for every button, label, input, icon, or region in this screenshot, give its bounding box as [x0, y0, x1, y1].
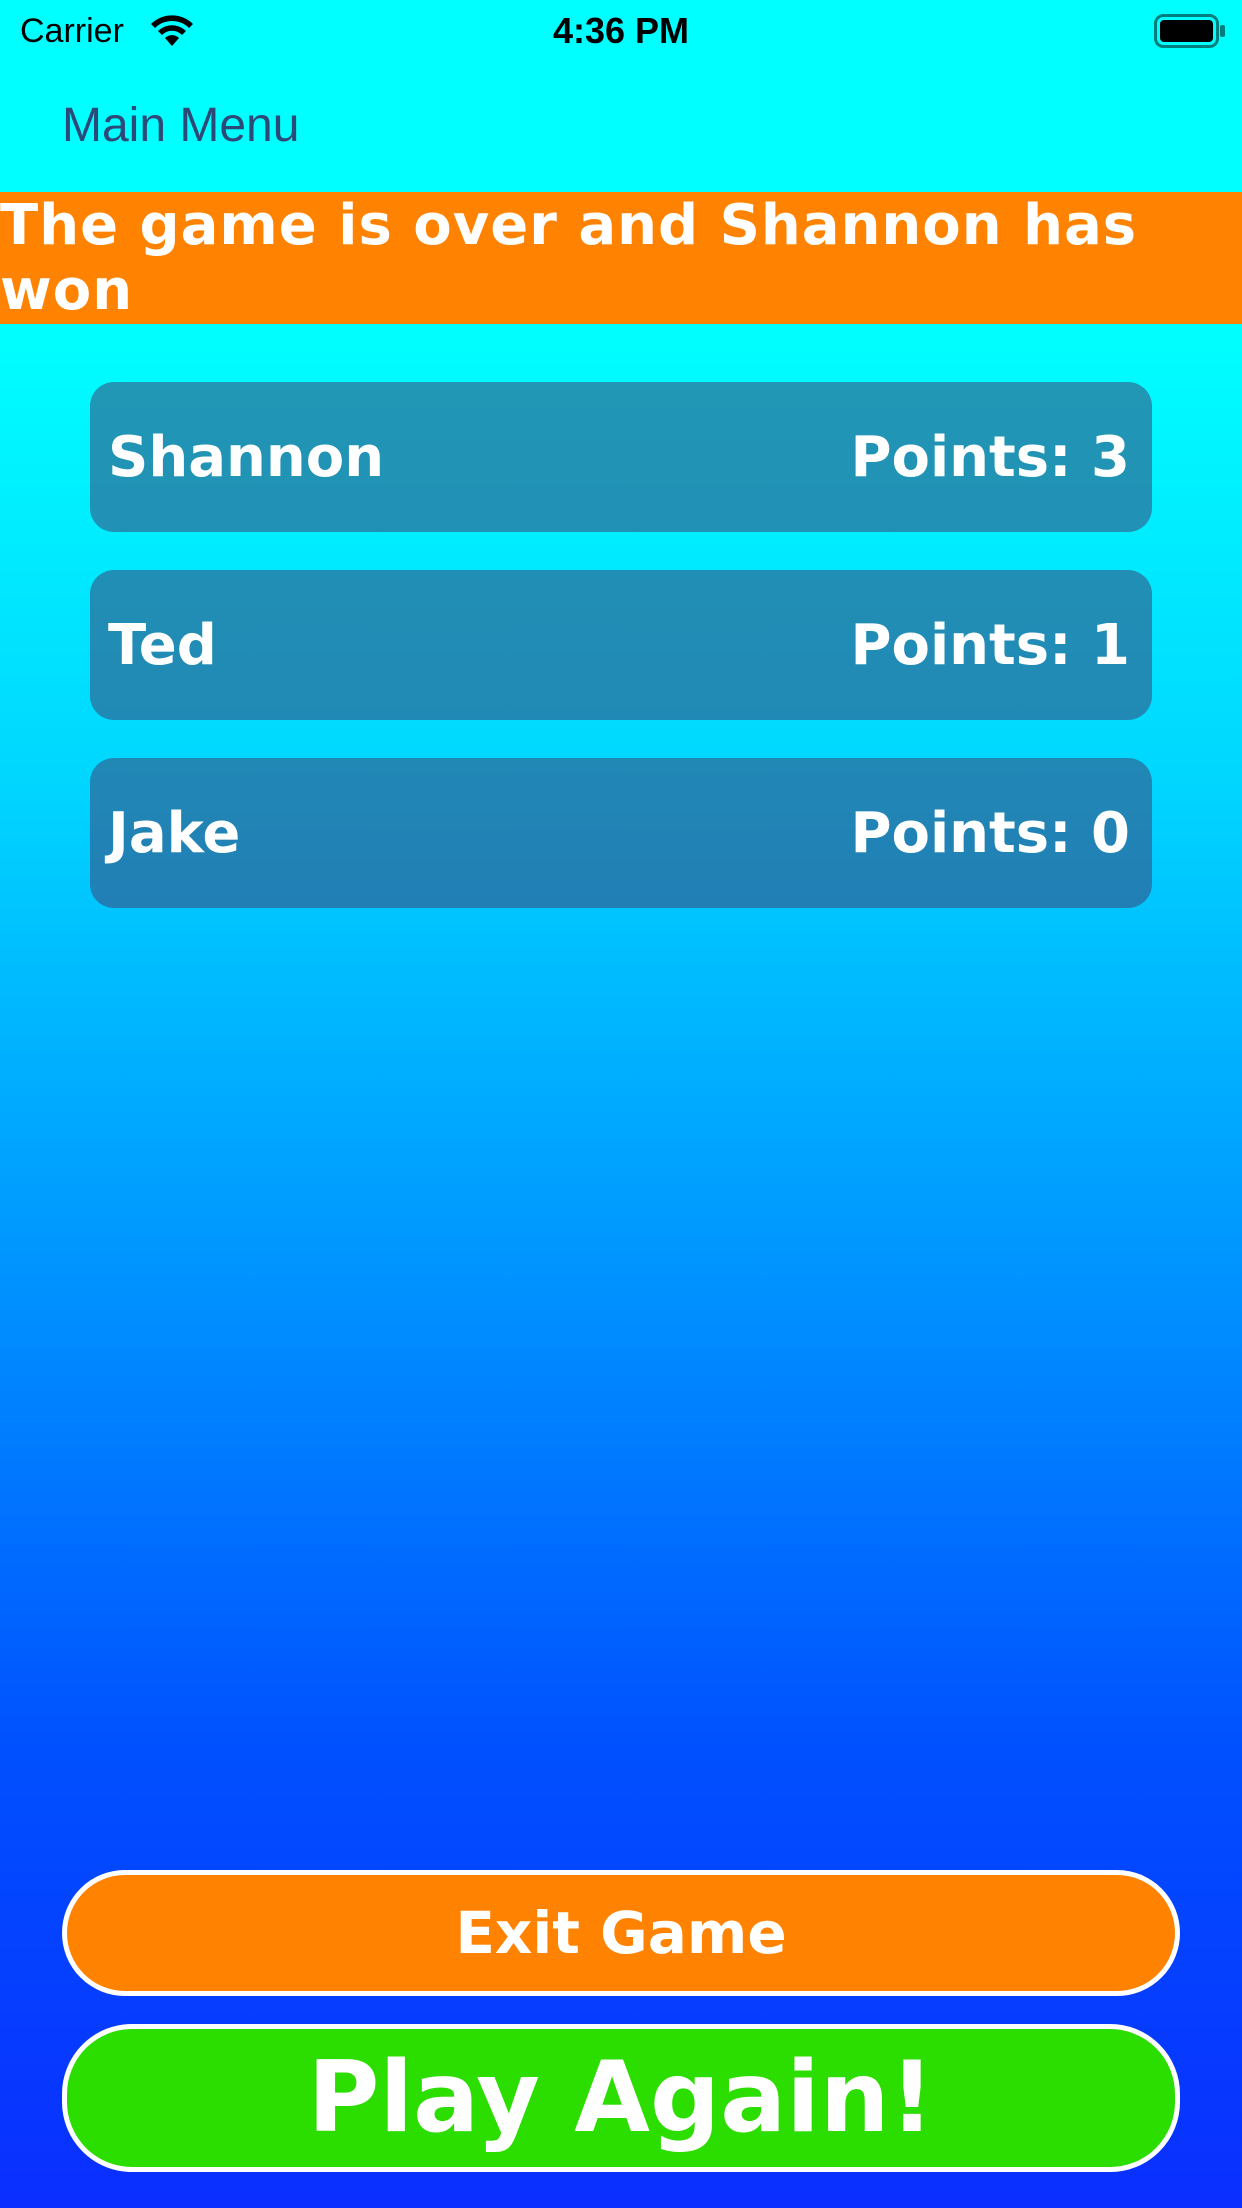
play-again-label: Play Again!	[307, 2041, 935, 2155]
player-name: Shannon	[108, 424, 385, 490]
player-points: Points: 3	[850, 424, 1130, 490]
winner-banner: The game is over and Shannon has won	[0, 192, 1242, 324]
play-again-button[interactable]: Play Again!	[62, 2024, 1180, 2172]
battery-icon	[1154, 14, 1225, 48]
player-row: Jake Points: 0	[90, 758, 1152, 908]
exit-game-button[interactable]: Exit Game	[62, 1870, 1180, 1996]
player-points: Points: 0	[850, 800, 1130, 866]
winner-banner-text: The game is over and Shannon has won	[0, 193, 1138, 323]
status-bar: Carrier 4:36 PM	[0, 0, 1242, 62]
player-score-list: Shannon Points: 3 Ted Points: 1 Jake Poi…	[90, 382, 1152, 946]
exit-game-label: Exit Game	[455, 1899, 787, 1967]
player-row: Shannon Points: 3	[90, 382, 1152, 532]
player-name: Jake	[108, 800, 241, 866]
main-menu-back-button[interactable]: Main Menu	[62, 98, 299, 153]
status-time: 4:36 PM	[552, 10, 690, 51]
player-row: Ted Points: 1	[90, 570, 1152, 720]
player-name: Ted	[108, 612, 217, 678]
player-points: Points: 1	[850, 612, 1130, 678]
